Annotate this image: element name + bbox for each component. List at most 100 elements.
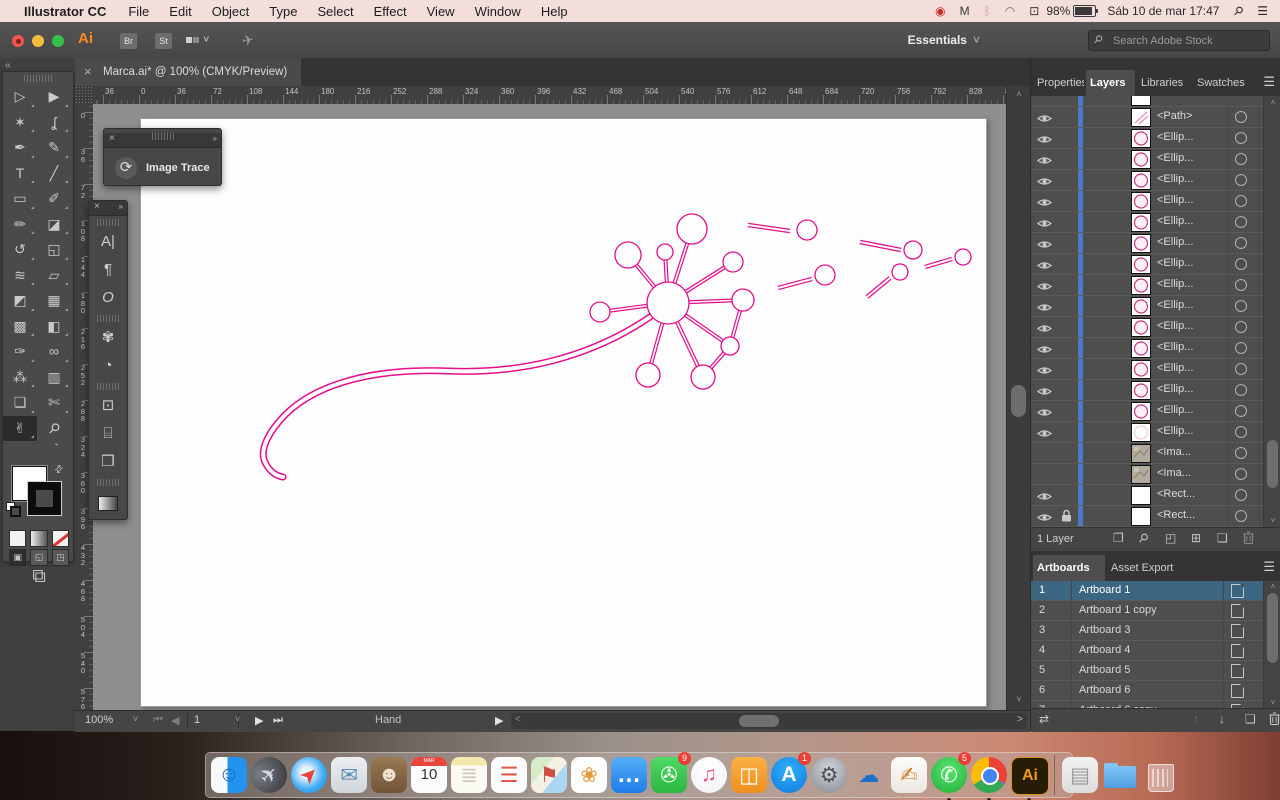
layer-row[interactable]: <Ellip...: [1031, 212, 1280, 233]
adobe-stock-search[interactable]: ⚲: [1088, 30, 1270, 51]
visibility-eye-icon[interactable]: [1037, 363, 1052, 374]
visibility-eye-icon[interactable]: [1037, 321, 1052, 332]
layers-scrollbar[interactable]: ˄ ˅: [1263, 96, 1280, 527]
visibility-eye-icon[interactable]: [1037, 489, 1052, 500]
artboard-page-icon[interactable]: [1231, 664, 1244, 678]
blend-tool[interactable]: ∞: [37, 339, 71, 365]
stock-button[interactable]: St: [155, 33, 172, 49]
color-panel-icon[interactable]: ✾: [89, 324, 127, 352]
dock-document-icon[interactable]: ▤: [1061, 756, 1099, 794]
dock-chrome-icon[interactable]: [970, 756, 1008, 794]
default-fill-stroke-icon[interactable]: [6, 502, 20, 514]
dock-facetime-icon[interactable]: ✇9: [650, 756, 688, 794]
tab-libraries[interactable]: Libraries: [1137, 70, 1191, 96]
shape-builder-tool[interactable]: ◩: [3, 288, 37, 314]
menu-item-effect[interactable]: Effect: [364, 4, 417, 19]
scroll-down-icon[interactable]: ˅: [1007, 694, 1031, 704]
paragraph-panel-icon[interactable]: ¶: [89, 256, 127, 284]
dock-finder-icon[interactable]: ☺: [210, 756, 248, 794]
menu-item-file[interactable]: File: [118, 4, 159, 19]
visibility-eye-icon[interactable]: [1037, 384, 1052, 395]
document-viewport[interactable]: [93, 104, 1006, 710]
zoom-chevron-icon[interactable]: ˅: [133, 714, 138, 724]
image-trace-panel-header[interactable]: × »: [104, 133, 221, 148]
close-icon[interactable]: ×: [94, 201, 100, 212]
type-tool[interactable]: T: [3, 161, 37, 187]
selection-tool[interactable]: ▶: [37, 84, 71, 110]
magic-wand-tool[interactable]: ✶: [3, 110, 37, 136]
visibility-eye-icon[interactable]: [1037, 279, 1052, 290]
target-circle-icon[interactable]: [1235, 279, 1247, 291]
artboard-page-icon[interactable]: [1231, 644, 1244, 658]
dock-photos-icon[interactable]: ❀: [570, 756, 608, 794]
visibility-eye-icon[interactable]: [1037, 174, 1052, 185]
scroll-right-icon[interactable]: >: [1017, 714, 1023, 725]
symbol-sprayer-tool[interactable]: ⁂: [3, 365, 37, 391]
target-circle-icon[interactable]: [1235, 468, 1247, 480]
target-circle-icon[interactable]: [1235, 132, 1247, 144]
visibility-eye-icon[interactable]: [1037, 426, 1052, 437]
collect-for-export-icon[interactable]: ❐: [1113, 531, 1124, 545]
scroll-down-icon[interactable]: ˅: [1264, 516, 1280, 525]
layer-row[interactable]: <Path>: [1031, 107, 1280, 128]
target-circle-icon[interactable]: [1235, 195, 1247, 207]
window-close-button[interactable]: [12, 35, 24, 47]
artboard-row[interactable]: 4Artboard 4: [1031, 641, 1280, 661]
artboard-page-icon[interactable]: [1231, 604, 1244, 618]
color-button[interactable]: [9, 530, 26, 547]
mesh-tool[interactable]: ▩: [3, 314, 37, 340]
line-segment-tool[interactable]: ╱: [37, 161, 71, 187]
layer-row[interactable]: <Ellip...: [1031, 422, 1280, 443]
dock-calendar-icon[interactable]: MAR10: [410, 756, 448, 794]
image-trace-icon[interactable]: ⟳: [115, 157, 137, 179]
workspace-switcher[interactable]: Essentials˅: [908, 33, 980, 47]
panel-menu-icon[interactable]: ☰: [1263, 74, 1275, 90]
dock-notes-icon[interactable]: ≣: [450, 756, 488, 794]
tab-layers[interactable]: Layers: [1086, 70, 1135, 96]
none-button[interactable]: [52, 530, 69, 547]
artboard-1-surface[interactable]: [140, 118, 987, 707]
tab-artboards[interactable]: Artboards: [1033, 555, 1105, 581]
transform-panel-icon[interactable]: ⊡: [89, 392, 127, 420]
layer-row[interactable]: <Ellip...: [1031, 233, 1280, 254]
swap-fill-stroke-icon[interactable]: ⇄: [52, 463, 66, 477]
layer-row[interactable]: <Ellip...: [1031, 380, 1280, 401]
document-tab[interactable]: × Marca.ai* @ 100% (CMYK/Preview): [75, 58, 301, 86]
lasso-tool[interactable]: ʆ: [37, 110, 71, 136]
shaper-tool[interactable]: ✏: [3, 212, 37, 238]
visibility-eye-icon[interactable]: [1037, 405, 1052, 416]
layer-row[interactable]: <Rect...: [1031, 506, 1280, 527]
target-circle-icon[interactable]: [1235, 342, 1247, 354]
artboards-scroll-thumb[interactable]: [1267, 593, 1278, 663]
visibility-eye-icon[interactable]: [1037, 237, 1052, 248]
target-circle-icon[interactable]: [1235, 321, 1247, 333]
menu-item-object[interactable]: Object: [202, 4, 260, 19]
tab-close-icon[interactable]: ×: [84, 58, 92, 86]
dock-maps-icon[interactable]: ⚑: [530, 756, 568, 794]
vertical-scroll-thumb[interactable]: [1011, 385, 1026, 417]
dock-illustrator-icon[interactable]: Ai: [1010, 756, 1048, 794]
dock-folder-icon[interactable]: [1101, 756, 1139, 794]
layers-scroll-thumb[interactable]: [1267, 440, 1278, 488]
scale-tool[interactable]: ◱: [37, 237, 71, 263]
direct-selection-tool[interactable]: ▷: [3, 84, 37, 110]
gradient-panel-icon[interactable]: [98, 496, 118, 511]
menu-item-type[interactable]: Type: [259, 4, 307, 19]
rectangle-tool[interactable]: ▭: [3, 186, 37, 212]
layer-row[interactable]: <Ellip...: [1031, 317, 1280, 338]
scroll-up-icon[interactable]: ˄: [1264, 582, 1280, 591]
dock-messages-icon[interactable]: …: [610, 756, 648, 794]
visibility-eye-icon[interactable]: [1037, 216, 1052, 227]
zoom-level[interactable]: 100%: [85, 714, 113, 726]
previous-artboard-button[interactable]: ◀: [171, 714, 179, 727]
expand-panel-icon[interactable]: »: [213, 134, 216, 143]
visibility-eye-icon[interactable]: [1037, 132, 1052, 143]
move-artboard-up-icon[interactable]: ↑: [1193, 712, 1199, 726]
window-minimize-button[interactable]: [32, 35, 44, 47]
dock-onedrive-icon[interactable]: ☁: [850, 756, 888, 794]
artboard-row[interactable]: 6Artboard 6: [1031, 681, 1280, 701]
first-artboard-button[interactable]: ⏮: [153, 714, 163, 727]
perspective-grid-tool[interactable]: ▦: [37, 288, 71, 314]
visibility-eye-icon[interactable]: [1037, 342, 1052, 353]
spotlight-icon[interactable]: ⚲: [1231, 3, 1247, 19]
